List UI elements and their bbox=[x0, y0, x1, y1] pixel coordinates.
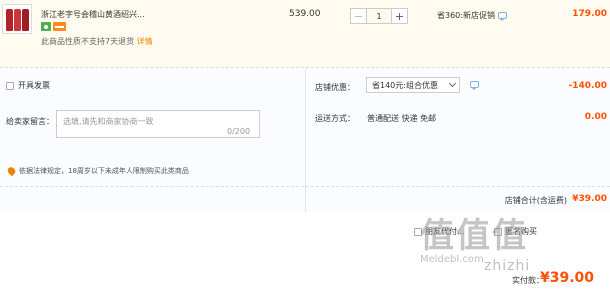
store-discount-selected: 省140元:组合优惠 bbox=[372, 80, 438, 90]
shipping-label: 运送方式： bbox=[315, 114, 355, 123]
bottle-image bbox=[21, 9, 29, 31]
quantity-input[interactable]: 1 bbox=[367, 8, 391, 24]
memo-char-count: 0/200 bbox=[227, 127, 251, 136]
bottle-image bbox=[5, 9, 13, 31]
memo-placeholder: 选填,请先和商家协商一致 bbox=[63, 117, 154, 126]
chat-icon[interactable] bbox=[497, 12, 507, 21]
promotion-info: 省360:新店促销 bbox=[437, 10, 507, 21]
credit-card-icon bbox=[53, 22, 66, 31]
promotion-text: 省360:新店促销 bbox=[437, 11, 495, 20]
product-badges bbox=[41, 22, 66, 31]
memo-label: 给卖家留言： bbox=[6, 117, 54, 126]
return-note-text: 此商品性质不支持7天退货 bbox=[41, 37, 135, 46]
store-discount-select[interactable]: 省140元:组合优惠 bbox=[366, 77, 460, 93]
chevron-down-icon bbox=[448, 79, 457, 88]
return-details-link[interactable]: 详情 bbox=[137, 37, 153, 46]
watermark-site: Meldebl.com bbox=[420, 254, 484, 265]
product-title[interactable]: 浙江老字号会稽山黄酒绍兴... bbox=[41, 9, 145, 20]
shipping-method: 普通配送 快递 免邮 bbox=[367, 114, 437, 123]
guarantee-icon bbox=[41, 22, 51, 31]
invoice-checkbox[interactable] bbox=[6, 81, 14, 90]
watermark-logo: 值值值 bbox=[420, 216, 528, 256]
chat-icon[interactable] bbox=[470, 81, 479, 90]
increase-quantity-button[interactable]: + bbox=[391, 8, 408, 24]
shipping-value: 0.00 bbox=[584, 112, 607, 122]
store-total-value: ¥39.00 bbox=[572, 194, 607, 204]
product-thumbnail[interactable] bbox=[2, 4, 32, 34]
store-discount-label: 店铺优惠： bbox=[315, 83, 355, 92]
store-total-label: 店铺合计(含运费) bbox=[504, 196, 567, 205]
quantity-stepper: − 1 + bbox=[350, 8, 408, 24]
age-restriction-notice: 依据法律规定，18周岁以下未成年人限制购买此类商品 bbox=[6, 165, 189, 177]
store-discount-value: -140.00 bbox=[568, 81, 607, 91]
product-return-note: 此商品性质不支持7天退货 详情 bbox=[41, 36, 156, 48]
row-price: 179.00 bbox=[572, 9, 607, 19]
invoice-label: 开具发票 bbox=[18, 81, 50, 90]
location-pin-icon bbox=[6, 165, 17, 177]
notice-text: 依据法律规定，18周岁以下未成年人限制购买此类商品 bbox=[19, 167, 189, 175]
bottle-image bbox=[13, 9, 21, 31]
unit-price: 539.00 bbox=[289, 9, 321, 19]
invoice-option[interactable]: 开具发票 bbox=[6, 80, 50, 91]
decrease-quantity-button[interactable]: − bbox=[350, 8, 367, 24]
watermark-text: zhizhi bbox=[484, 258, 531, 274]
final-payment-value: ¥39.00 bbox=[540, 270, 595, 286]
product-row: 浙江老字号会稽山黄酒绍兴... 此商品性质不支持7天退货 详情 539.00 −… bbox=[0, 0, 610, 68]
